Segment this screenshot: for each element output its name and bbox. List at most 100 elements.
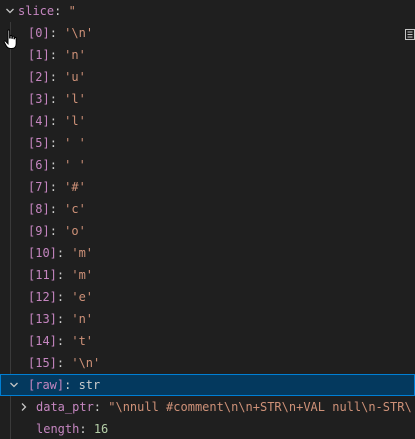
- item-index: [9]: [28, 224, 50, 238]
- separator: :: [56, 334, 72, 348]
- separator: :: [56, 246, 72, 260]
- tree-row-text: [0]: '\n': [28, 22, 93, 44]
- tree-row-length[interactable]: length: 16: [0, 418, 415, 439]
- item-value: ' ': [64, 136, 86, 150]
- separator: :: [93, 400, 109, 414]
- tree-row-item[interactable]: [0]: '\n': [0, 22, 415, 44]
- tree-row-item[interactable]: [8]: 'c': [0, 198, 415, 220]
- item-index: [6]: [28, 158, 50, 172]
- tree-row-item[interactable]: [3]: 'l': [0, 88, 415, 110]
- tree-row-item[interactable]: [2]: 'u': [0, 66, 415, 88]
- copy-value-icon[interactable]: [405, 29, 415, 40]
- item-value: 'c': [64, 202, 86, 216]
- tree-row-item[interactable]: [4]: 'l': [0, 110, 415, 132]
- tree-row-text: slice: ": [18, 0, 76, 22]
- variable-name: slice: [18, 4, 55, 18]
- item-value: 'n': [71, 312, 94, 326]
- chevron-right-icon[interactable]: [16, 396, 32, 418]
- tree-row-text: [13]: 'n': [28, 308, 93, 330]
- variable-value: 16: [93, 422, 109, 436]
- tree-row-text: data_ptr: "\nnull #comment\n\n+STR\n+VAL…: [36, 396, 412, 418]
- item-value: 'n': [64, 48, 86, 62]
- variable-value: "\nnull #comment\n\n+STR\n+VAL null\n-ST…: [108, 400, 412, 414]
- tree-row-text: [7]: '#': [28, 176, 86, 198]
- item-index: [1]: [28, 48, 50, 62]
- tree-row-text: [14]: 't': [28, 330, 93, 352]
- item-value: 'e': [71, 290, 94, 304]
- variables-tree: slice: " [0]: '\n' [1]: 'n' [2]: 'u' [3]: '…: [0, 0, 415, 439]
- tree-row-text: [1]: 'n': [28, 44, 86, 66]
- tree-row-text: [4]: 'l': [28, 110, 86, 132]
- separator: :: [49, 136, 65, 150]
- tree-row-text: [11]: 'm': [28, 264, 93, 286]
- hand-cursor-icon: [3, 29, 17, 49]
- variable-value: ": [68, 4, 76, 18]
- item-value: 't': [71, 334, 94, 348]
- tree-row-item[interactable]: [14]: 't': [0, 330, 415, 352]
- item-index: [4]: [28, 114, 50, 128]
- separator: :: [56, 356, 72, 370]
- separator: :: [49, 224, 65, 238]
- tree-row-text: [12]: 'e': [28, 286, 93, 308]
- tree-row-slice[interactable]: slice: ": [0, 0, 415, 22]
- tree-row-text: [10]: 'm': [28, 242, 93, 264]
- separator: :: [49, 92, 65, 106]
- variable-name: [raw]: [28, 378, 65, 392]
- item-index: [2]: [28, 70, 50, 84]
- tree-row-item[interactable]: [7]: '#': [0, 176, 415, 198]
- tree-row-text: [9]: 'o': [28, 220, 86, 242]
- separator: :: [54, 4, 69, 18]
- item-index: [7]: [28, 180, 50, 194]
- tree-row-item[interactable]: [15]: '\n': [0, 352, 415, 374]
- item-index: [12]: [28, 290, 57, 304]
- variable-value: str: [78, 378, 101, 392]
- item-value: 'u': [64, 70, 86, 84]
- item-value: 'm': [71, 268, 94, 282]
- item-value: 'l': [64, 114, 86, 128]
- item-index: [5]: [28, 136, 50, 150]
- tree-row-text: length: 16: [36, 418, 108, 439]
- separator: :: [56, 290, 72, 304]
- tree-row-text: [raw]: str: [28, 374, 100, 396]
- item-index: [10]: [28, 246, 57, 260]
- tree-row-text: [2]: 'u': [28, 66, 86, 88]
- separator: :: [49, 48, 65, 62]
- variable-name: data_ptr: [36, 400, 94, 414]
- tree-row-data-ptr[interactable]: data_ptr: "\nnull #comment\n\n+STR\n+VAL…: [0, 396, 415, 418]
- tree-row-text: [5]: ' ': [28, 132, 86, 154]
- separator: :: [49, 114, 65, 128]
- separator: :: [64, 378, 79, 392]
- item-value: 'm': [71, 246, 94, 260]
- separator: :: [49, 180, 65, 194]
- tree-row-item[interactable]: [5]: ' ': [0, 132, 415, 154]
- item-index: [8]: [28, 202, 50, 216]
- item-index: [11]: [28, 268, 57, 282]
- separator: :: [49, 202, 65, 216]
- tree-row-text: [15]: '\n': [28, 352, 100, 374]
- item-value: 'l': [64, 92, 86, 106]
- tree-row-item[interactable]: [9]: 'o': [0, 220, 415, 242]
- item-value: '\n': [64, 26, 94, 40]
- item-value: '\n': [71, 356, 101, 370]
- tree-row-item[interactable]: [11]: 'm': [0, 264, 415, 286]
- tree-row-item[interactable]: [1]: 'n': [0, 44, 415, 66]
- item-index: [14]: [28, 334, 57, 348]
- item-value: '#': [64, 180, 86, 194]
- tree-row-text: [3]: 'l': [28, 88, 86, 110]
- separator: :: [49, 26, 65, 40]
- separator: :: [79, 422, 94, 436]
- chevron-down-icon[interactable]: [2, 0, 18, 22]
- separator: :: [49, 70, 65, 84]
- separator: :: [56, 268, 72, 282]
- item-value: 'o': [64, 224, 86, 238]
- separator: :: [56, 312, 72, 326]
- item-index: [3]: [28, 92, 50, 106]
- tree-row-item[interactable]: [10]: 'm': [0, 242, 415, 264]
- tree-row-raw[interactable]: [raw]: str: [0, 374, 415, 396]
- tree-row-item[interactable]: [12]: 'e': [0, 286, 415, 308]
- item-index: [0]: [28, 26, 50, 40]
- tree-row-text: [6]: ' ': [28, 154, 86, 176]
- chevron-down-icon[interactable]: [6, 374, 22, 396]
- tree-row-item[interactable]: [6]: ' ': [0, 154, 415, 176]
- tree-row-item[interactable]: [13]: 'n': [0, 308, 415, 330]
